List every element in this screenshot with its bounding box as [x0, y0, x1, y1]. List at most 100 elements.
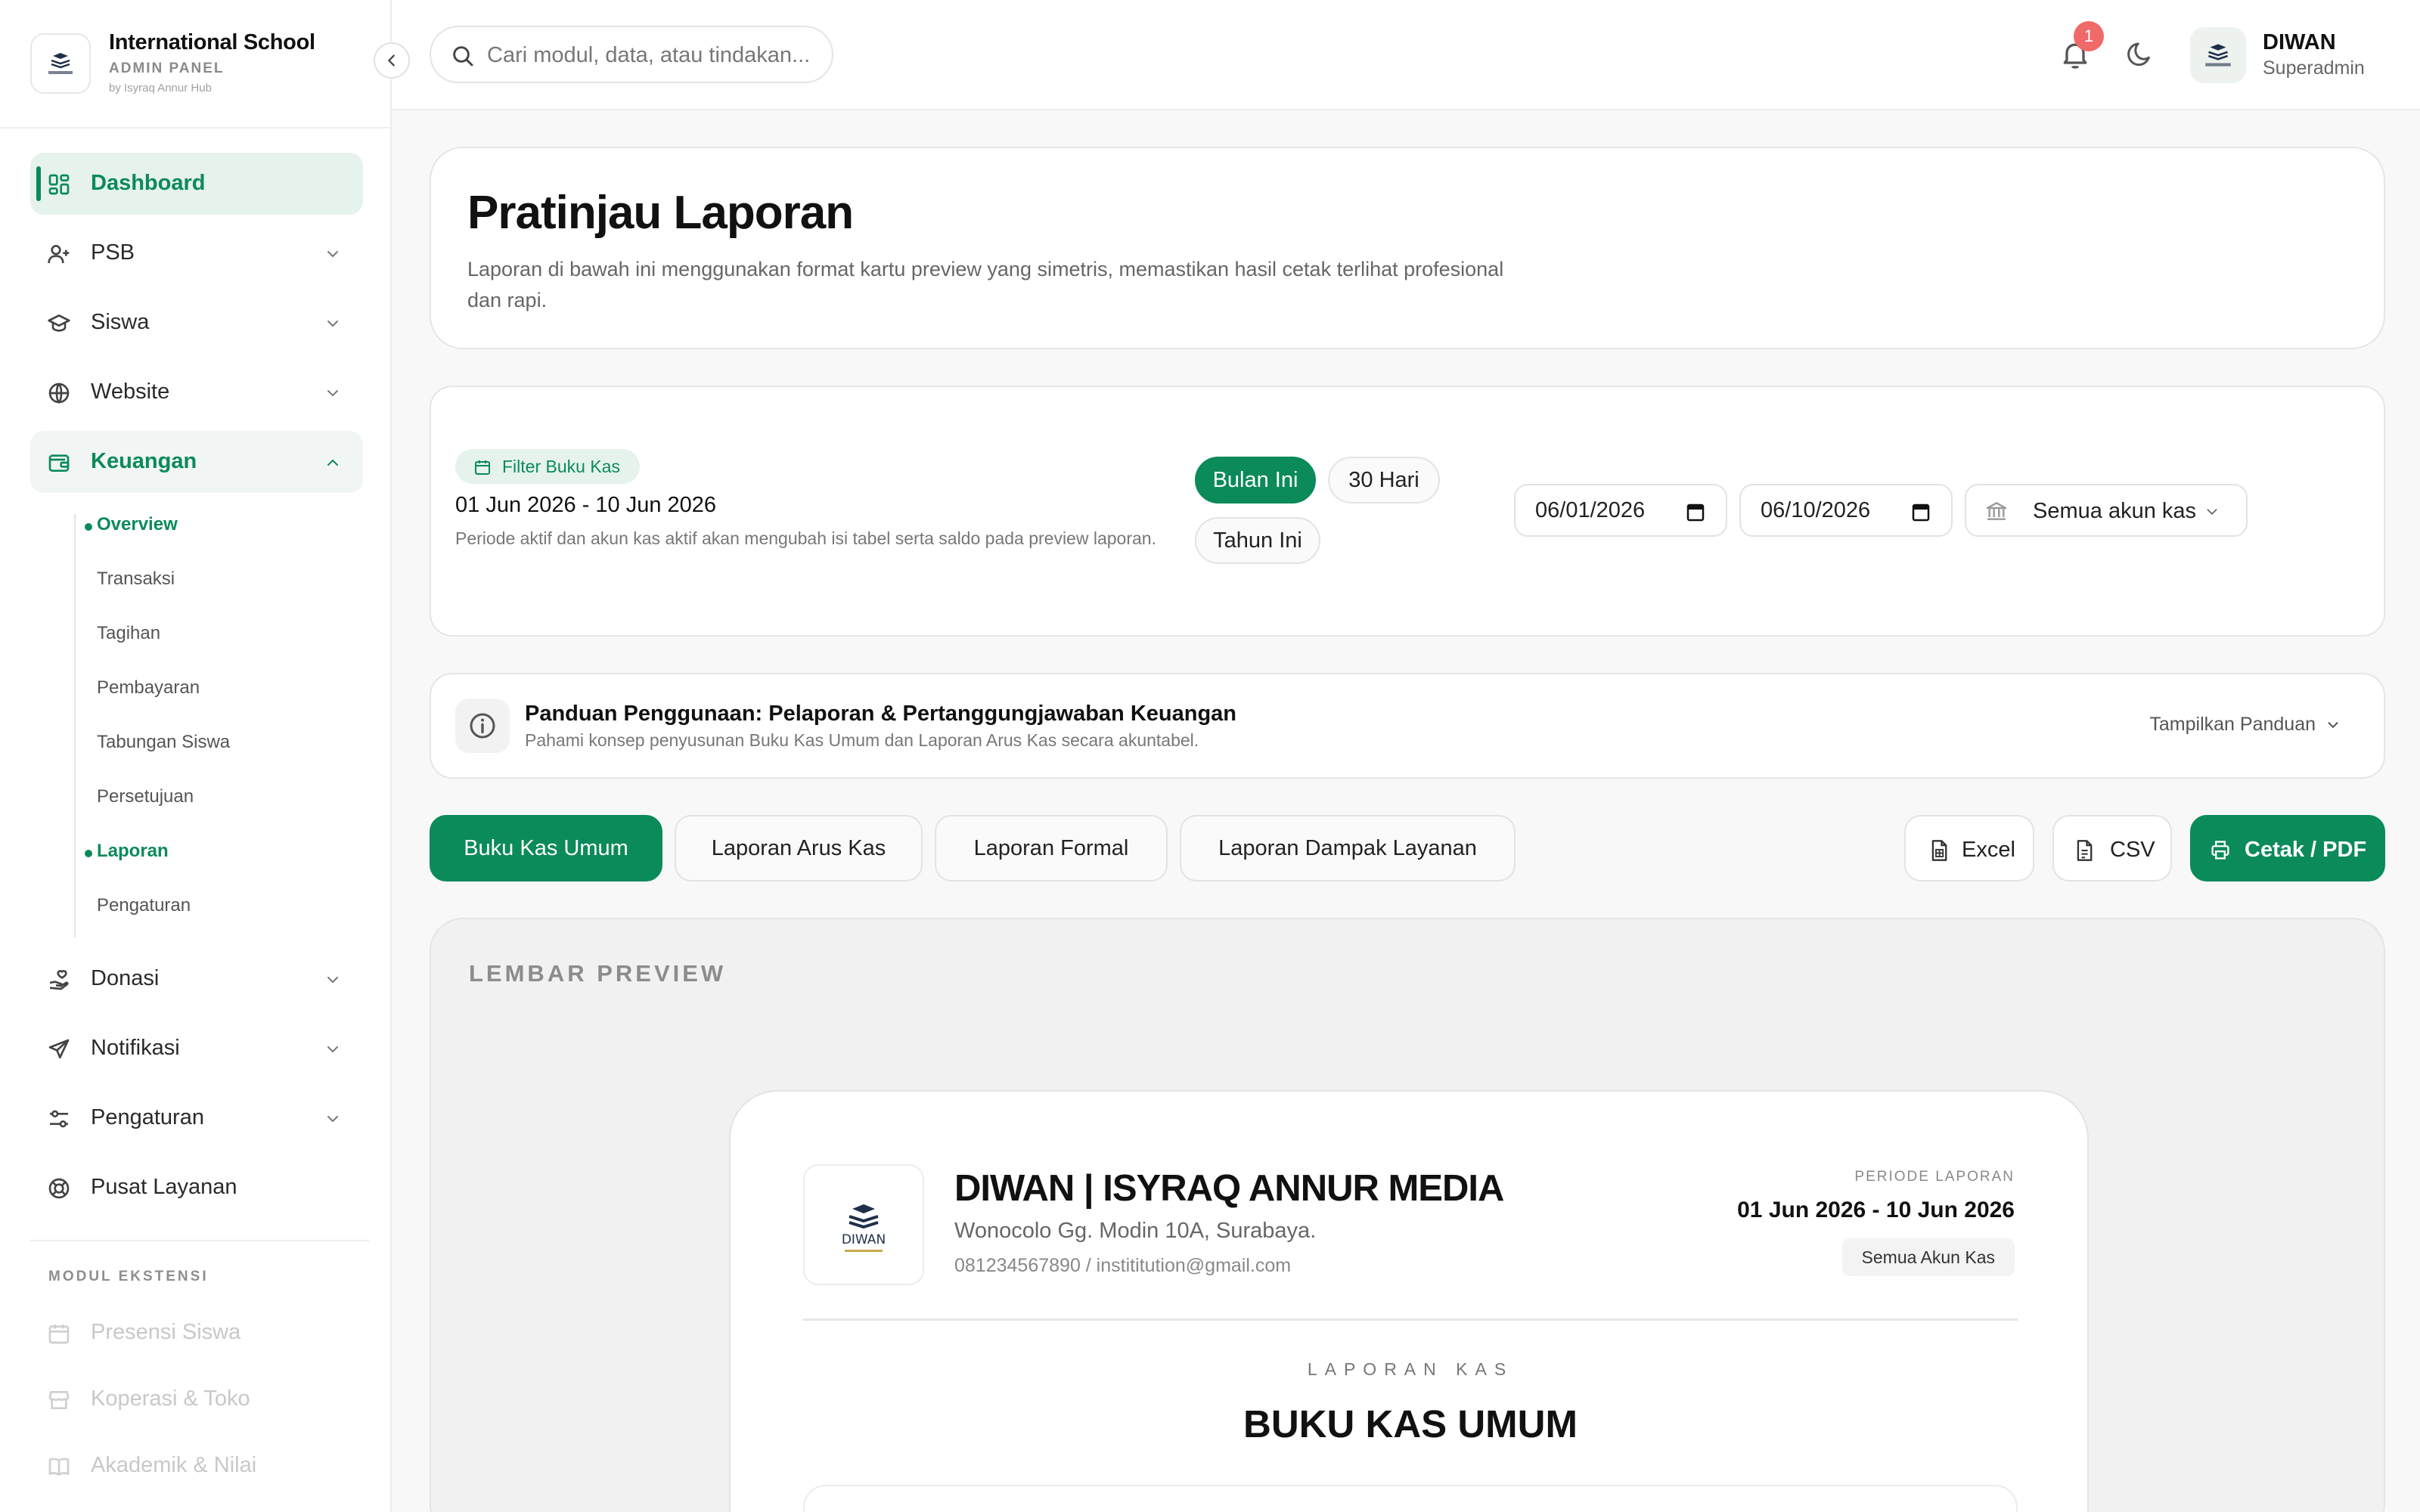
submenu-label: Pembayaran — [97, 677, 200, 698]
sidebar-item-keuangan[interactable]: Keuangan — [30, 431, 363, 493]
notification-badge: 1 — [2074, 21, 2104, 51]
account-select-value: Semua akun kas — [2033, 499, 2197, 523]
account-select[interactable]: Semua akun kas — [1965, 484, 2248, 537]
chevron-down-icon — [327, 977, 338, 984]
sidebar-item-label: Website — [91, 380, 170, 404]
date-from-value: 06/01/2026 — [1535, 497, 1646, 522]
guide-subtitle: Pahami konsep penyusunan Buku Kas Umum d… — [525, 730, 1199, 750]
filter-range: 01 Jun 2026 - 10 Jun 2026 — [455, 493, 717, 517]
sidebar-item-dashboard[interactable]: Dashboard — [30, 153, 363, 215]
page-header-card: Pratinjau Laporan Laporan di bawah ini m… — [430, 147, 2385, 349]
submenu-item-transaksi[interactable]: Transaksi — [97, 569, 175, 590]
preset-30-hari-button[interactable]: 30 Hari — [1328, 457, 1440, 503]
export-excel-label: Excel — [1962, 838, 2015, 862]
search-box[interactable] — [430, 26, 833, 83]
calendar-icon — [48, 1325, 70, 1344]
export-csv-button[interactable]: CSV — [2052, 815, 2172, 881]
filter-card: Filter Buku Kas 01 Jun 2026 - 10 Jun 202… — [430, 386, 2385, 637]
sidebar-item-donasi[interactable]: Donasi — [30, 948, 363, 1010]
store-icon — [48, 1391, 70, 1409]
search-input[interactable] — [487, 39, 820, 71]
submenu-item-tagihan[interactable]: Tagihan — [97, 623, 160, 644]
sliders-icon — [50, 1110, 68, 1128]
active-indicator — [36, 166, 41, 201]
tab-laporan-arus-kas[interactable]: Laporan Arus Kas — [675, 815, 923, 881]
extension-item-presensi: Presensi Siswa — [47, 1314, 365, 1352]
sidebar-item-siswa[interactable]: Siswa — [30, 292, 363, 354]
report-title: BUKU KAS UMUM — [1243, 1402, 1578, 1445]
active-dot — [85, 523, 92, 531]
submenu-item-tabungan-siswa[interactable]: Tabungan Siswa — [97, 732, 230, 753]
sidebar: International School ADMIN PANEL by Isyr… — [0, 0, 410, 1512]
submenu-item-persetujuan[interactable]: Persetujuan — [97, 786, 194, 807]
tab-laporan-formal[interactable]: Laporan Formal — [935, 815, 1168, 881]
sidebar-divider — [30, 1240, 369, 1241]
chevron-down-icon — [327, 390, 338, 397]
sidebar-item-website[interactable]: Website — [30, 361, 363, 423]
organization-address: Wonocolo Gg. Modin 10A, Surabaya. — [954, 1219, 1317, 1243]
period-label: PERIODE LAPORAN — [1854, 1169, 2015, 1185]
extension-label: Koperasi & Toko — [91, 1387, 250, 1411]
export-excel-button[interactable]: Excel — [1904, 815, 2034, 881]
preset-bulan-ini-button[interactable]: Bulan Ini — [1195, 457, 1316, 503]
sidebar-item-label: Notifikasi — [91, 1036, 180, 1060]
submenu-label: Persetujuan — [97, 786, 194, 807]
sidebar-item-label: Siswa — [91, 310, 150, 334]
user-role: Superadmin — [2263, 57, 2365, 79]
organization-contact: 081234567890 / instititution@gmail.com — [954, 1255, 1292, 1276]
sidebar-item-notifikasi[interactable]: Notifikasi — [30, 1018, 363, 1080]
preview-label: LEMBAR PREVIEW — [469, 960, 727, 987]
grid-icon — [48, 174, 70, 195]
diwan-logo-icon — [2205, 44, 2231, 67]
graduation-cap-icon — [48, 314, 70, 332]
date-to-input[interactable]: 06/10/2026 — [1739, 484, 1953, 537]
submenu-label: Tagihan — [97, 623, 161, 643]
sidebar-item-label: Donasi — [91, 966, 160, 990]
chevron-up-icon — [327, 459, 338, 466]
sidebar-item-pengaturan[interactable]: Pengaturan — [30, 1087, 363, 1149]
submenu-label: Overview — [97, 514, 178, 534]
user-plus-icon — [48, 245, 70, 264]
sidebar-item-pusat-layanan[interactable]: Pusat Layanan — [30, 1157, 363, 1219]
tab-buku-kas-umum[interactable]: Buku Kas Umum — [430, 815, 662, 881]
show-guide-toggle[interactable]: Tampilkan Panduan — [2149, 714, 2341, 736]
sidebar-item-label: Pengaturan — [91, 1105, 204, 1129]
sidebar-item-label: Pusat Layanan — [91, 1175, 237, 1199]
sidebar-item-label: Keuangan — [91, 449, 197, 473]
user-name: DIWAN — [2263, 30, 2336, 54]
send-icon — [48, 1039, 70, 1058]
tab-laporan-dampak-layanan[interactable]: Laporan Dampak Layanan — [1180, 815, 1516, 881]
print-pdf-button[interactable]: Cetak / PDF — [2190, 815, 2385, 881]
submenu-item-pengaturan[interactable]: Pengaturan — [97, 895, 191, 916]
wallet-icon — [48, 454, 70, 472]
submenu-label: Laporan — [97, 841, 169, 861]
extension-label: Akademik & Nilai — [91, 1453, 257, 1477]
submenu-item-overview[interactable]: Overview — [85, 514, 178, 535]
submenu-item-pembayaran[interactable]: Pembayaran — [97, 677, 200, 699]
date-from-input[interactable]: 06/01/2026 — [1514, 484, 1727, 537]
filter-chip-label: Filter Buku Kas — [502, 456, 620, 476]
file-spreadsheet-icon — [1931, 840, 1947, 861]
report-table — [803, 1485, 2018, 1512]
bank-icon — [1986, 502, 2007, 520]
submenu-item-laporan[interactable]: Laporan — [85, 841, 169, 862]
sidebar-item-psb[interactable]: PSB — [30, 222, 363, 284]
topbar: 1 DIWAN Superadmin — [392, 0, 2420, 110]
sidebar-item-label: PSB — [91, 240, 135, 265]
calendar-icon — [475, 460, 490, 475]
printer-icon — [2211, 841, 2229, 860]
chevron-down-icon — [327, 1046, 338, 1053]
submenu-label: Transaksi — [97, 569, 175, 589]
extension-item-akademik: Akademik & Nilai — [47, 1447, 365, 1485]
sidebar-collapse-button[interactable] — [374, 42, 410, 79]
brand-subtitle: ADMIN PANEL — [109, 60, 225, 76]
report-sheet: DIWAN DIWAN | ISYRAQ ANNUR MEDIA Wonocol… — [729, 1090, 2089, 1512]
period-value: 01 Jun 2026 - 10 Jun 2026 — [1737, 1198, 2015, 1222]
avatar[interactable] — [2190, 27, 2246, 83]
page-description: Laporan di bawah ini menggunakan format … — [467, 258, 1504, 311]
preset-tahun-ini-button[interactable]: Tahun Ini — [1195, 517, 1320, 564]
section-label-extensions: MODUL EKSTENSI — [48, 1269, 209, 1284]
moon-icon[interactable] — [2124, 39, 2154, 70]
guide-icon-box — [455, 699, 510, 753]
guide-title: Panduan Penggunaan: Pelaporan & Pertangg… — [525, 702, 1237, 726]
